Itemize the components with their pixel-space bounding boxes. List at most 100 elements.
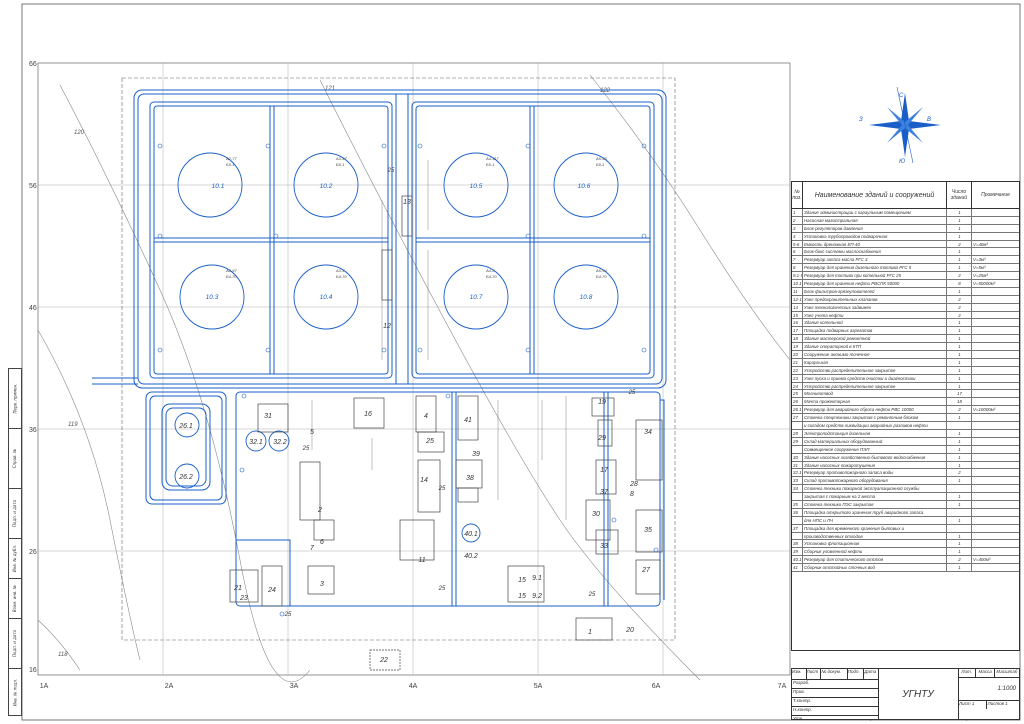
table-cell: 4 xyxy=(792,232,803,240)
table-cell: 1 xyxy=(947,256,972,264)
building-label: 9.1 xyxy=(532,575,542,582)
compass-south: Ю xyxy=(899,159,905,165)
table-cell: 1 xyxy=(947,343,972,351)
building-label: 15 xyxy=(518,593,526,600)
table-cell: Установка флотационная xyxy=(803,540,947,548)
table-cell: Караульная xyxy=(803,358,947,366)
table-row: Совмещенное сооружение ПЭП 1 xyxy=(792,445,1019,454)
table-row: и складом средств ликвидации аварийных р… xyxy=(792,422,1019,430)
table-cell xyxy=(972,288,1019,295)
table-cell xyxy=(972,438,1019,445)
lightning-rod-label: 25 xyxy=(387,168,395,174)
table-cell xyxy=(947,485,972,493)
side-cell-text: Взам. инв. № xyxy=(12,584,18,613)
building-label: 30 xyxy=(592,511,600,518)
sheet-row: Лист 1 Листов 1 xyxy=(958,701,1019,709)
table-cell xyxy=(972,209,1019,216)
building-label: 16 xyxy=(364,411,372,418)
compass-north: С xyxy=(899,93,904,99)
table-cell: 29 xyxy=(792,437,803,445)
table-cell xyxy=(972,414,1019,421)
table-cell: 26.1-26.2 xyxy=(793,406,803,414)
col-label: 1А xyxy=(40,683,49,690)
table-row: для НПС и ЛЧ 1 xyxy=(792,516,1019,525)
building-label: 40.1 xyxy=(464,531,478,538)
table-cell: 1 xyxy=(947,437,972,445)
scale-label: Масштаб xyxy=(996,669,1018,674)
table-cell xyxy=(972,485,1019,492)
grid-col-labels: 1А 2А 3А 4А 5А 6А 7А xyxy=(40,683,787,690)
table-cell: 10.1-10.8 xyxy=(793,280,803,287)
table-cell: 9.1-9.2 xyxy=(793,272,803,280)
table-cell: 31 xyxy=(792,461,803,469)
lightning-rod-label: 25 xyxy=(628,390,636,396)
table-row: 15 Узел учета нефти 2 xyxy=(792,311,1019,320)
tank-tag: Б5-1 xyxy=(596,162,604,167)
tank-tag: Б5-1 xyxy=(226,162,234,167)
table-row: 33 Склад противопожарного оборудования 1 xyxy=(792,477,1019,486)
tank-tag: Б4-70 xyxy=(596,274,607,279)
table-row: 26 Мачта прожекторная 18 xyxy=(792,398,1019,407)
col-label: 2А xyxy=(165,683,174,690)
table-cell: 1 xyxy=(947,429,972,437)
table-cell: 1 xyxy=(947,335,972,343)
row-label: 46 xyxy=(29,305,37,312)
table-row: 9.1-9.2Резервуар для топлива при котельн… xyxy=(792,272,1019,281)
tank-label: 10.6 xyxy=(578,183,591,190)
tank-tag: А5-43 xyxy=(595,156,607,161)
tank-tag: Б4-70 xyxy=(336,274,347,279)
table-cell: 25 xyxy=(792,390,803,398)
table-cell xyxy=(972,564,1019,571)
role-row: Н.контр. xyxy=(792,707,878,716)
table-cell: 23 xyxy=(792,374,803,382)
table-cell: Стоянка спецтехники закрытая с ремонтным… xyxy=(803,414,947,422)
building-label: 28 xyxy=(629,481,638,488)
lightning-rod-label: 25 xyxy=(438,486,446,492)
table-row: 35 Стоянка техники ПЭС закрытая 1 xyxy=(792,500,1019,509)
building-label: 12 xyxy=(383,323,391,330)
tank-label: 10.7 xyxy=(470,294,483,301)
table-cell: 22 xyxy=(792,366,803,374)
side-cell-text: Инв. № подл. xyxy=(12,678,18,706)
scale-area: Лит. Масса Масштаб 1:1000 Лист 1 Листов … xyxy=(958,669,1019,719)
table-cell xyxy=(972,233,1019,240)
building-label: 40.2 xyxy=(464,553,478,560)
building-label: 21 xyxy=(233,585,242,592)
lightning-rod-label: 25 xyxy=(588,592,596,598)
table-cell: 27 xyxy=(792,414,803,422)
contour-label: 118 xyxy=(58,652,68,658)
row-label: 36 xyxy=(29,427,37,434)
table-row: 34 Стоянка техники пожарной эксплуатацион… xyxy=(792,485,1019,494)
building-label: 23 xyxy=(239,595,248,602)
table-cell xyxy=(972,335,1019,342)
table-cell: Узел предохранительных клапанов xyxy=(803,295,947,303)
grid-frame xyxy=(37,62,791,676)
sheet-num: 1 xyxy=(971,701,975,706)
table-cell: 1 xyxy=(947,548,972,556)
table-cell: 1 xyxy=(947,414,972,422)
table-cell: Мачта прожекторная xyxy=(803,398,947,406)
table-cell: Устройство распределительное закрытое xyxy=(803,382,947,390)
table-row: 24 Устройство распределительное закрытое 1 xyxy=(792,382,1019,391)
table-row: 1 Здание администрации с караульным помещ… xyxy=(792,209,1019,217)
table-cell: Резервуар для хранения нефти РВСПК 50000 xyxy=(803,280,947,287)
table-cell xyxy=(972,446,1019,453)
table-cell: Узел учета нефти xyxy=(803,311,947,319)
table-cell: Сборник уловленной нефти xyxy=(803,548,947,556)
building-labels: 26.1 26.2 31 32.1 32.2 16 25 41 38 40.1 … xyxy=(178,199,652,664)
lightning-rods: 25 25 25 25 25 25 25 xyxy=(284,168,636,618)
col-label: 3А xyxy=(290,683,299,690)
side-cell-text: Инв. № дубл. xyxy=(12,544,18,573)
contour-label: 119 xyxy=(68,422,78,428)
table-cell: 1 xyxy=(792,209,803,216)
tank-tag: Б5-1 xyxy=(336,162,344,167)
sheet-cell: Лист 1 xyxy=(958,701,987,709)
table-cell: 1 xyxy=(947,477,972,485)
header-cell: Наименование зданий и сооружений xyxy=(803,182,947,208)
table-row: 22 Устройство распределительное закрытое 1 xyxy=(792,366,1019,375)
table-row: 41 Сборник отстойных сточных вод 1 xyxy=(792,564,1019,572)
contour-label: 122 xyxy=(600,88,611,94)
tank-label: 10.3 xyxy=(206,294,219,301)
building-label: 39 xyxy=(472,451,480,458)
table-row: 3 Блок регуляторов давления 1 xyxy=(792,224,1019,233)
